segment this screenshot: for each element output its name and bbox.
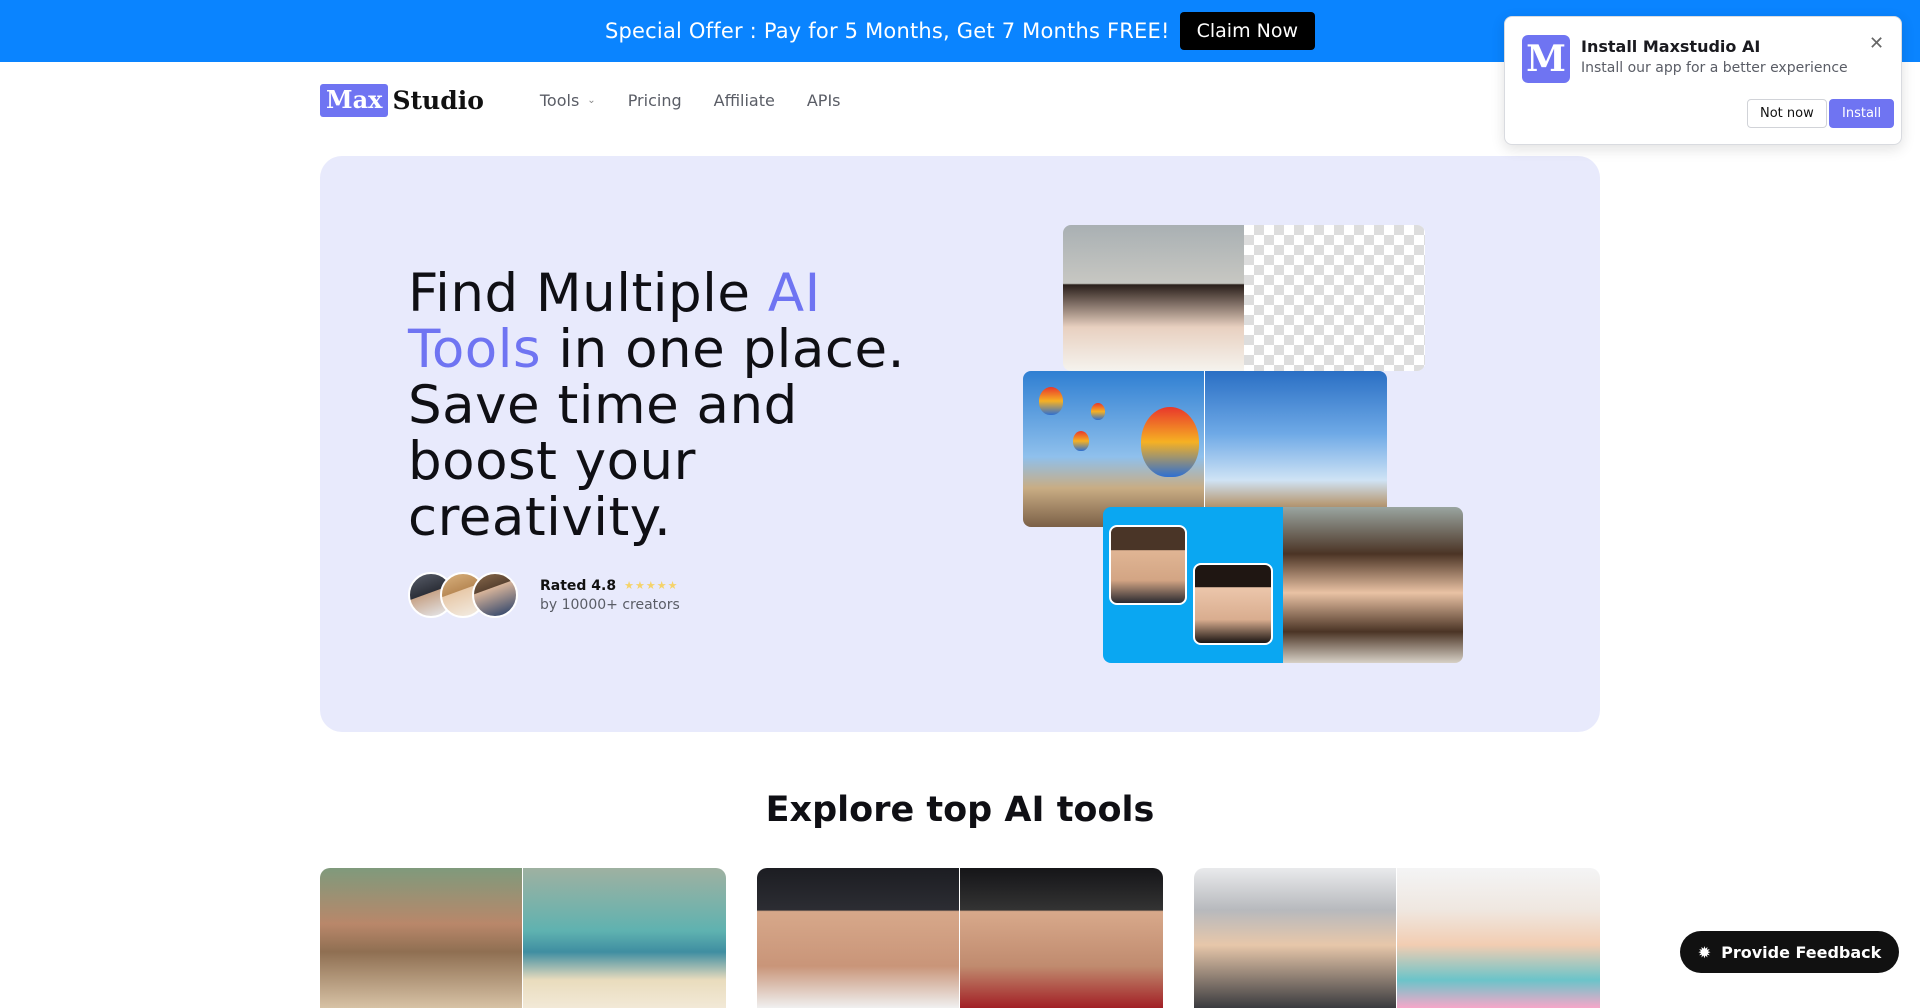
claim-now-button[interactable]: Claim Now	[1179, 12, 1316, 50]
nav-item-affiliate[interactable]: Affiliate	[714, 91, 775, 110]
hero-title-part1: Find Multiple	[408, 263, 768, 324]
object-remover-preview	[1023, 371, 1387, 527]
install-button[interactable]: Install	[1829, 99, 1895, 128]
transparent-image	[1244, 225, 1425, 371]
logo-wordmark: Studio	[392, 85, 484, 115]
tool-card[interactable]	[320, 868, 726, 1008]
balloon-shape	[1073, 431, 1089, 451]
avatar	[472, 572, 518, 618]
hero-title: Find Multiple AI Tools in one place. Sav…	[408, 266, 948, 546]
man-portrait-thumb	[1109, 525, 1187, 605]
tool-card[interactable]	[1194, 868, 1600, 1008]
main-nav: Max Studio Tools ⌄ Pricing Affiliate API…	[320, 82, 841, 118]
popup-subtitle: Install our app for a better experience	[1581, 60, 1848, 76]
woman-portrait-thumb	[1193, 563, 1273, 645]
nav-item-tools[interactable]: Tools ⌄	[540, 91, 596, 110]
popup-title: Install Maxstudio AI	[1581, 37, 1761, 56]
face-swap-preview	[1103, 507, 1463, 663]
hero-section: Find Multiple AI Tools in one place. Sav…	[320, 156, 1600, 732]
dogs-illustration	[523, 868, 726, 1008]
logo-mark: Max	[320, 83, 389, 117]
child-portrait	[1283, 507, 1463, 663]
rating-text: Rated 4.8 ★★★★★ by 10000+ creators	[540, 578, 680, 613]
rating-subtext: by 10000+ creators	[540, 596, 680, 613]
original-image	[1063, 225, 1244, 371]
logo[interactable]: Max Studio	[320, 83, 484, 117]
baby-painted	[1397, 868, 1600, 1008]
rating-block: Rated 4.8 ★★★★★ by 10000+ creators	[408, 572, 680, 618]
install-app-popup: M Install Maxstudio AI Install our app f…	[1504, 16, 1902, 145]
balloon-shape	[1091, 403, 1105, 420]
promo-text: Special Offer : Pay for 5 Months, Get 7 …	[604, 19, 1170, 43]
man-photo	[757, 868, 960, 1008]
provide-feedback-button[interactable]: ✹ Provide Feedback	[1680, 931, 1899, 973]
app-logo: M	[1522, 35, 1570, 83]
nav-item-apis[interactable]: APIs	[807, 91, 841, 110]
nav-links: Tools ⌄ Pricing Affiliate APIs	[540, 91, 841, 110]
baby-photo	[1194, 868, 1397, 1008]
rating-label: Rated 4.8 ★★★★★	[540, 578, 680, 594]
feedback-label: Provide Feedback	[1721, 942, 1882, 962]
nav-item-label: Tools	[539, 90, 580, 110]
close-icon[interactable]: ✕	[1869, 33, 1884, 54]
nav-item-pricing[interactable]: Pricing	[628, 91, 682, 110]
balloons-image	[1023, 371, 1205, 527]
face-swap-inputs	[1103, 507, 1283, 663]
background-remover-preview	[1063, 225, 1425, 371]
balloon-shape	[1039, 387, 1063, 415]
man-superhero	[960, 868, 1163, 1008]
stars-icon: ★★★★★	[624, 579, 679, 592]
chevron-down-icon: ⌄	[587, 94, 596, 106]
sky-image	[1205, 371, 1387, 527]
lightbulb-icon: ✹	[1697, 942, 1712, 962]
rating-value: Rated 4.8	[540, 577, 617, 594]
section-title: Explore top AI tools	[765, 790, 1155, 830]
tool-card[interactable]	[757, 868, 1163, 1008]
balloon-shape	[1141, 407, 1199, 477]
not-now-button[interactable]: Not now	[1747, 99, 1827, 128]
dogs-photo	[320, 868, 523, 1008]
creator-avatars	[408, 572, 518, 618]
